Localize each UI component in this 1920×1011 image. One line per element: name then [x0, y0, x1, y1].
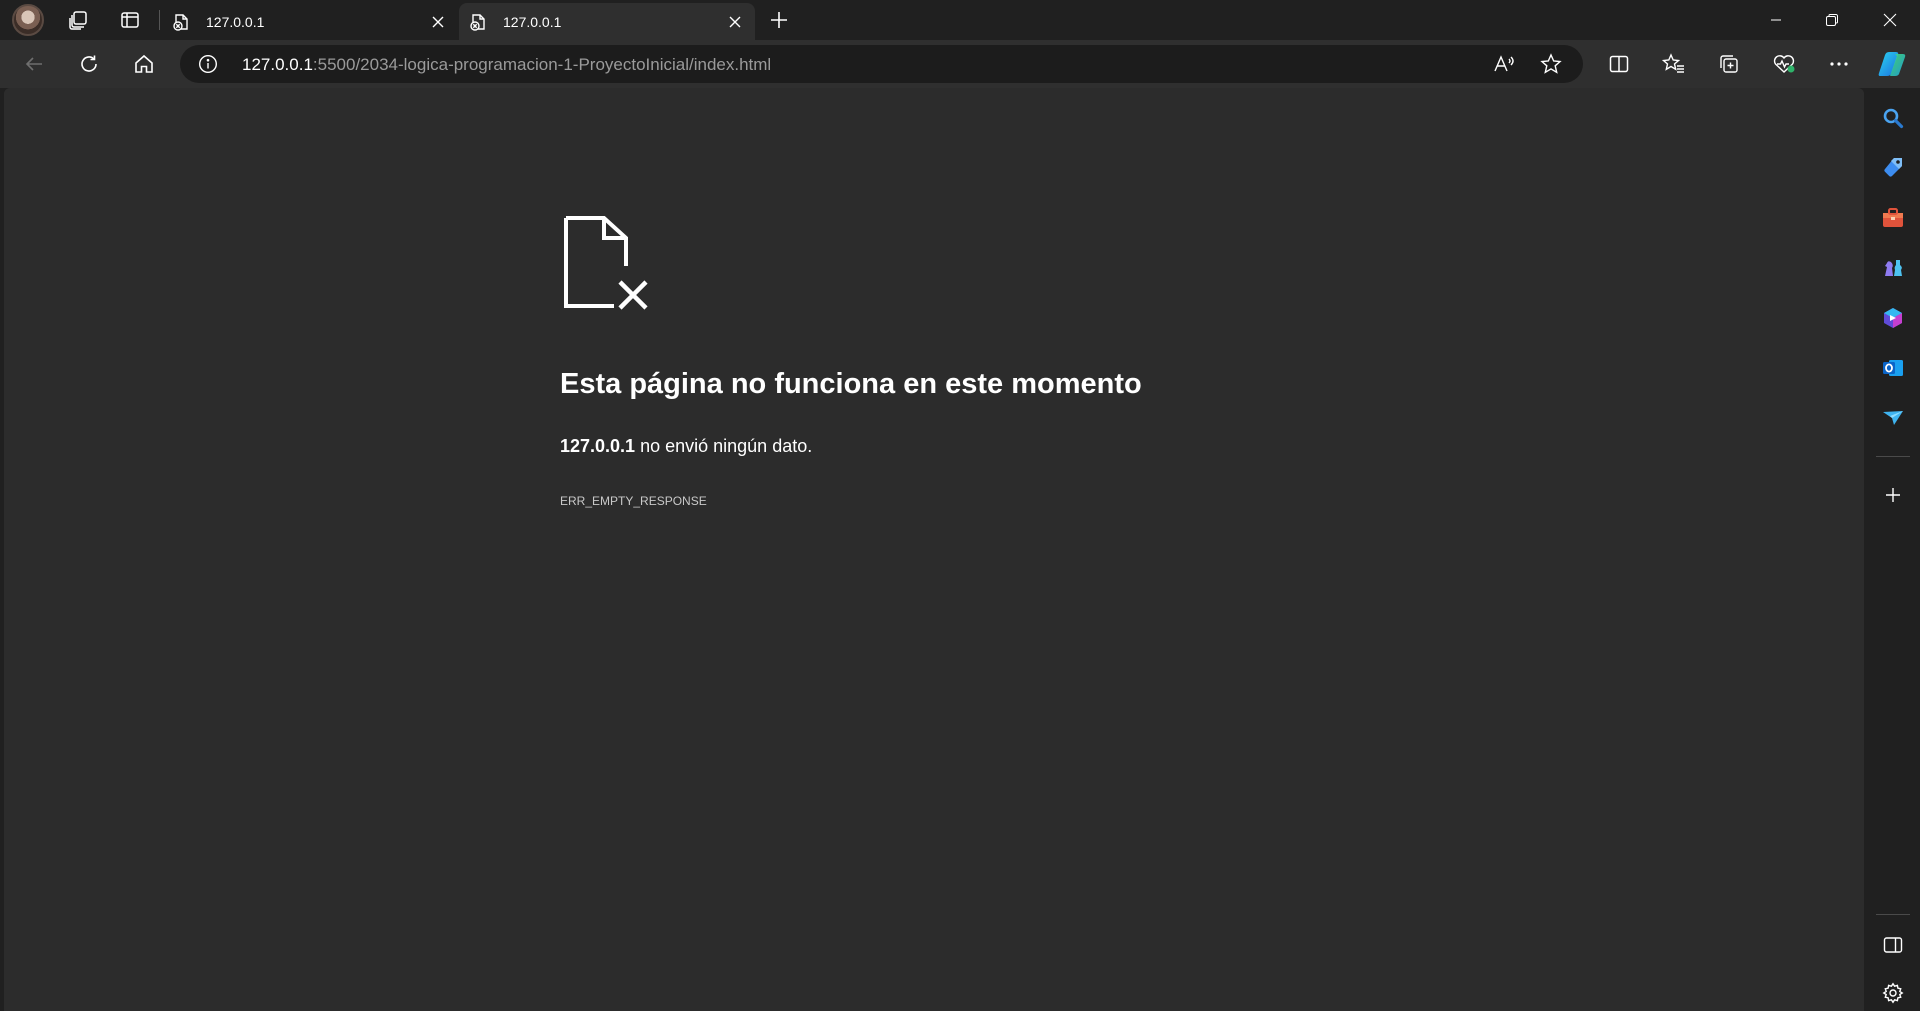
error-page-icon	[172, 12, 192, 32]
microsoft-365-icon[interactable]	[1879, 304, 1907, 332]
home-button[interactable]	[126, 48, 162, 80]
tab-title: 127.0.0.1	[503, 13, 562, 30]
search-icon[interactable]	[1879, 104, 1907, 132]
settings-gear-icon[interactable]	[1879, 979, 1907, 1007]
add-sidebar-app-icon[interactable]	[1879, 481, 1907, 509]
url-path: :5500/2034-logica-programacion-1-Proyect…	[312, 55, 772, 74]
favorite-star-icon[interactable]	[1539, 52, 1563, 76]
outlook-icon[interactable]	[1879, 354, 1907, 382]
shopping-tag-icon[interactable]	[1879, 154, 1907, 182]
browser-essentials-icon[interactable]	[1766, 48, 1802, 80]
minimize-button[interactable]	[1748, 0, 1804, 40]
back-button[interactable]	[16, 48, 52, 80]
read-aloud-icon[interactable]	[1492, 52, 1516, 76]
tab-2[interactable]: 127.0.0.1	[459, 3, 755, 40]
page-viewport: Esta página no funciona en este momento …	[4, 88, 1864, 1011]
broken-page-icon	[564, 216, 650, 310]
tab-close-icon[interactable]	[424, 8, 452, 36]
split-screen-icon[interactable]	[1601, 48, 1637, 80]
tab-close-icon[interactable]	[721, 8, 749, 36]
tools-briefcase-icon[interactable]	[1879, 204, 1907, 232]
vertical-tabs-icon[interactable]	[114, 4, 146, 36]
profile-avatar[interactable]	[12, 4, 44, 36]
tab-1[interactable]: 127.0.0.1	[162, 3, 458, 40]
site-info-icon[interactable]	[198, 54, 218, 74]
new-tab-button[interactable]	[763, 4, 795, 36]
address-bar[interactable]: 127.0.0.1:5500/2034-logica-programacion-…	[180, 45, 1583, 83]
copilot-icon[interactable]	[1874, 48, 1910, 80]
error-message: 127.0.0.1 no envió ningún dato.	[560, 436, 812, 457]
sidebar-divider	[1876, 914, 1910, 915]
hide-sidebar-icon[interactable]	[1879, 931, 1907, 959]
error-message-text: no envió ningún dato.	[635, 436, 813, 456]
refresh-button[interactable]	[71, 48, 107, 80]
url-host: 127.0.0.1	[242, 55, 313, 74]
error-code: ERR_EMPTY_RESPONSE	[560, 494, 707, 508]
url-text[interactable]: 127.0.0.1:5500/2034-logica-programacion-…	[242, 55, 771, 75]
error-title: Esta página no funciona en este momento	[560, 368, 1142, 400]
tab-title: 127.0.0.1	[206, 13, 265, 30]
games-chess-icon[interactable]	[1879, 254, 1907, 282]
close-window-button[interactable]	[1862, 0, 1918, 40]
title-bar: 127.0.0.1 127.0.0.1	[0, 0, 1920, 40]
sidebar-divider	[1876, 456, 1910, 457]
toolbar: 127.0.0.1:5500/2034-logica-programacion-…	[0, 40, 1920, 88]
favorites-icon[interactable]	[1656, 48, 1692, 80]
send-drop-icon[interactable]	[1879, 404, 1907, 432]
workspaces-icon[interactable]	[62, 4, 94, 36]
edge-sidebar	[1866, 88, 1920, 1011]
collections-icon[interactable]	[1711, 48, 1747, 80]
tab-separator	[159, 10, 160, 30]
more-options-icon[interactable]	[1821, 48, 1857, 80]
restore-button[interactable]	[1804, 0, 1860, 40]
error-host: 127.0.0.1	[560, 436, 636, 456]
error-page-icon	[469, 12, 489, 32]
